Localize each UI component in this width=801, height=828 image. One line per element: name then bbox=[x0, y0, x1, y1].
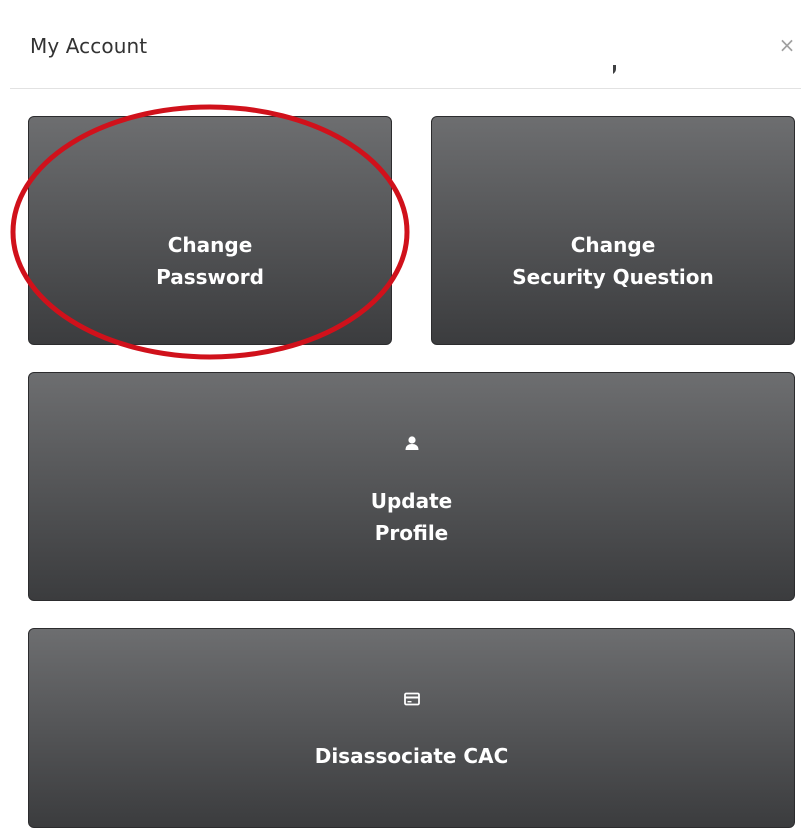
shield-icon bbox=[608, 63, 618, 76]
change-password-label: Change Password bbox=[156, 233, 264, 289]
lock-icon bbox=[204, 61, 216, 76]
disassociate-cac-label: Disassociate CAC bbox=[314, 744, 509, 768]
dialog-header: My Account × bbox=[0, 0, 801, 88]
change-security-question-label: Change Security Question bbox=[512, 233, 714, 289]
header-divider bbox=[10, 88, 801, 89]
dialog-title: My Account bbox=[30, 34, 148, 58]
change-password-button[interactable]: Change Password bbox=[28, 61, 392, 345]
disassociate-cac-button[interactable]: Disassociate CAC bbox=[28, 628, 795, 828]
close-icon[interactable]: × bbox=[776, 32, 798, 58]
update-profile-label: Update Profile bbox=[370, 489, 453, 545]
my-account-dialog: My Account × Change Password Change Secu… bbox=[0, 0, 801, 828]
update-profile-button[interactable]: Update Profile bbox=[28, 372, 795, 601]
change-security-question-button[interactable]: Change Security Question bbox=[431, 63, 795, 345]
card-icon bbox=[403, 692, 420, 706]
user-icon bbox=[405, 436, 418, 450]
